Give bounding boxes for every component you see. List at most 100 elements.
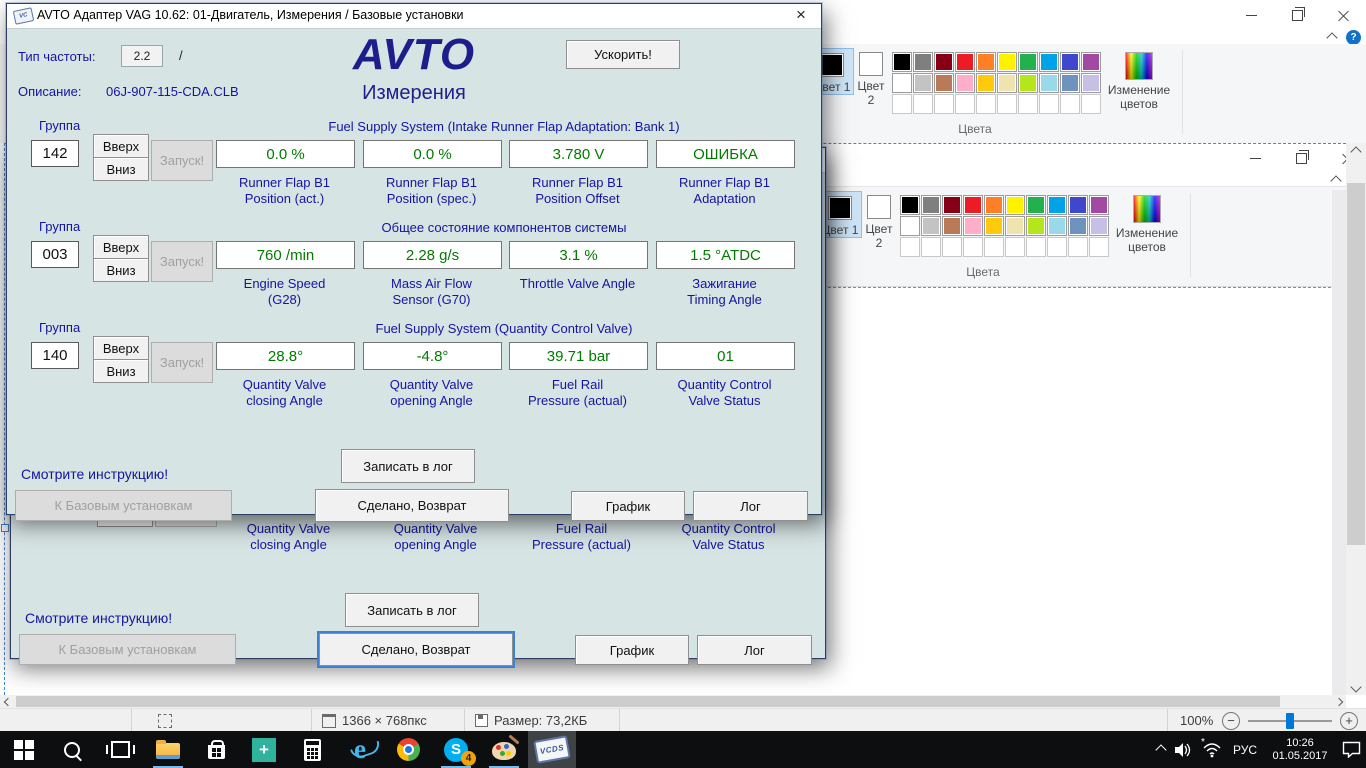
palette-swatch[interactable] xyxy=(1026,195,1046,215)
palette-swatch[interactable] xyxy=(984,216,1004,236)
wifi-icon[interactable]: * xyxy=(1201,731,1223,768)
graph-button[interactable]: График xyxy=(575,635,689,665)
basic-settings-button[interactable]: К Базовым установкам xyxy=(15,490,232,521)
collapse-ribbon-icon[interactable] xyxy=(1326,32,1337,43)
palette-swatch[interactable] xyxy=(1060,52,1080,72)
group-start-button[interactable]: Запуск! xyxy=(151,241,213,282)
palette-swatch[interactable] xyxy=(1005,195,1025,215)
vertical-scrollbar[interactable] xyxy=(1346,143,1366,695)
palette-swatch[interactable] xyxy=(1039,52,1059,72)
palette-empty-slot[interactable] xyxy=(1026,237,1046,257)
group-number-input[interactable]: 142 xyxy=(31,140,79,167)
close-button[interactable] xyxy=(1320,0,1366,30)
volume-icon[interactable] xyxy=(1172,731,1194,768)
write-log-button[interactable]: Записать в лог xyxy=(345,593,479,627)
hidden-icons-chevron[interactable] xyxy=(1155,744,1166,755)
color2-cell[interactable]: Цвет 2 xyxy=(853,48,889,107)
zoom-in-button[interactable]: + xyxy=(1340,709,1358,732)
group-up-button[interactable]: Вверх xyxy=(93,134,149,158)
palette-empty-slot[interactable] xyxy=(963,237,983,257)
selection-border-left[interactable] xyxy=(4,143,5,695)
color-palette[interactable] xyxy=(892,52,1102,115)
palette-swatch[interactable] xyxy=(1005,216,1025,236)
zoom-slider-thumb[interactable] xyxy=(1286,713,1294,729)
palette-swatch[interactable] xyxy=(955,52,975,72)
group-number-input[interactable]: 003 xyxy=(31,241,79,268)
palette-swatch[interactable] xyxy=(955,73,975,93)
palette-swatch[interactable] xyxy=(1081,73,1101,93)
palette-swatch[interactable] xyxy=(942,216,962,236)
palette-swatch[interactable] xyxy=(1026,216,1046,236)
start-button[interactable] xyxy=(0,731,48,768)
log-button[interactable]: Лог xyxy=(693,491,808,521)
palette-swatch[interactable] xyxy=(1081,52,1101,72)
done-return-button[interactable]: Сделано, Возврат xyxy=(315,489,509,522)
palette-swatch[interactable] xyxy=(1047,216,1067,236)
palette-swatch[interactable] xyxy=(900,195,920,215)
palette-empty-slot[interactable] xyxy=(1089,237,1109,257)
calculator-button[interactable] xyxy=(288,731,336,768)
palette-swatch[interactable] xyxy=(976,73,996,93)
help-icon[interactable]: ? xyxy=(1346,30,1361,45)
accelerate-button[interactable]: Ускорить! xyxy=(566,40,680,69)
palette-swatch[interactable] xyxy=(892,52,912,72)
palette-swatch[interactable] xyxy=(976,52,996,72)
palette-empty-slot[interactable] xyxy=(1047,237,1067,257)
horizontal-scrollbar[interactable] xyxy=(0,695,1346,708)
group-down-button[interactable]: Вниз xyxy=(93,157,149,181)
palette-swatch[interactable] xyxy=(1089,216,1109,236)
palette-swatch[interactable] xyxy=(1089,195,1109,215)
log-button[interactable]: Лог xyxy=(697,635,812,665)
palette-swatch[interactable] xyxy=(1039,73,1059,93)
group-down-button[interactable]: Вниз xyxy=(93,359,149,383)
palette-swatch[interactable] xyxy=(921,216,941,236)
palette-swatch[interactable] xyxy=(1018,52,1038,72)
clock[interactable]: 10:26 01.05.2017 xyxy=(1267,737,1333,763)
group-down-button[interactable]: Вниз xyxy=(93,258,149,282)
minimize-button[interactable] xyxy=(1228,0,1274,30)
palette-empty-slot[interactable] xyxy=(921,237,941,257)
palette-swatch[interactable] xyxy=(1018,73,1038,93)
file-explorer-button[interactable] xyxy=(144,731,192,768)
palette-swatch[interactable] xyxy=(963,195,983,215)
palette-swatch[interactable] xyxy=(913,52,933,72)
palette-swatch[interactable] xyxy=(913,73,933,93)
palette-swatch[interactable] xyxy=(1068,216,1088,236)
palette-empty-slot[interactable] xyxy=(934,94,954,114)
language-indicator[interactable]: РУС xyxy=(1230,743,1260,757)
scroll-down-icon[interactable] xyxy=(1346,678,1366,695)
edit-colors-button[interactable]: Изменение цветов xyxy=(1100,50,1178,111)
palette-empty-slot[interactable] xyxy=(1005,237,1025,257)
zoom-out-button[interactable]: − xyxy=(1222,709,1240,732)
scroll-left-icon[interactable] xyxy=(0,695,15,708)
palette-swatch[interactable] xyxy=(942,195,962,215)
paint-button[interactable] xyxy=(480,731,528,768)
palette-empty-slot[interactable] xyxy=(1018,94,1038,114)
horizontal-scroll-thumb[interactable] xyxy=(16,696,1280,707)
palette-empty-slot[interactable] xyxy=(1068,237,1088,257)
teal-app-button[interactable]: + xyxy=(240,731,288,768)
vertical-scroll-thumb[interactable] xyxy=(1347,183,1365,545)
palette-swatch[interactable] xyxy=(963,216,983,236)
palette-empty-slot[interactable] xyxy=(955,94,975,114)
vcds-button[interactable]: VCDS xyxy=(528,731,576,768)
palette-empty-slot[interactable] xyxy=(1081,94,1101,114)
palette-swatch[interactable] xyxy=(984,195,1004,215)
group-up-button[interactable]: Вверх xyxy=(93,235,149,259)
internet-explorer-button[interactable]: e xyxy=(336,731,384,768)
palette-empty-slot[interactable] xyxy=(997,94,1017,114)
dialog-close-button[interactable]: × xyxy=(791,5,811,25)
palette-empty-slot[interactable] xyxy=(942,237,962,257)
group-up-button[interactable]: Вверх xyxy=(93,336,149,360)
group-start-button[interactable]: Запуск! xyxy=(151,140,213,181)
palette-swatch[interactable] xyxy=(1060,73,1080,93)
search-button[interactable] xyxy=(48,731,96,768)
task-view-button[interactable] xyxy=(96,731,144,768)
palette-empty-slot[interactable] xyxy=(1039,94,1059,114)
skype-button[interactable]: S 4 xyxy=(432,731,480,768)
palette-swatch[interactable] xyxy=(934,73,954,93)
done-return-button[interactable]: Сделано, Возврат xyxy=(319,633,513,666)
restore-button[interactable] xyxy=(1274,0,1320,30)
graph-button[interactable]: График xyxy=(571,491,685,521)
palette-swatch[interactable] xyxy=(892,73,912,93)
